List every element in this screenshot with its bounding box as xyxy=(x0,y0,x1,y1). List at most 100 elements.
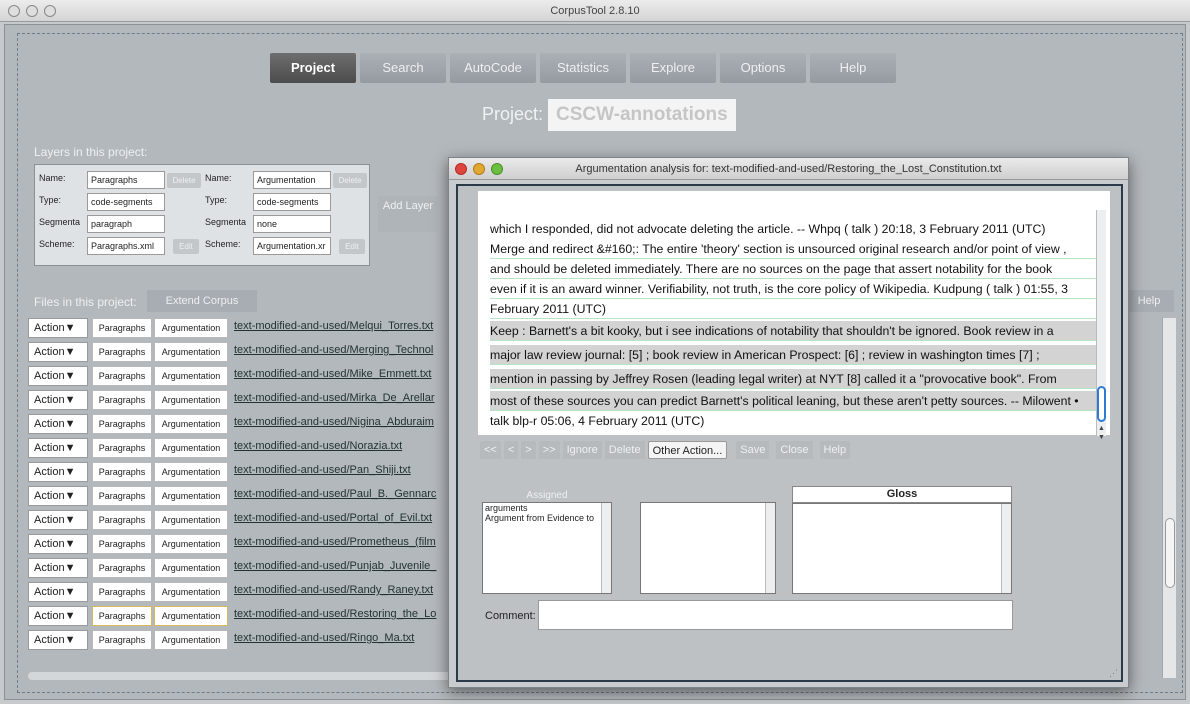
comment-field[interactable] xyxy=(538,600,1013,630)
argumentation-tag-button[interactable]: Argumentation xyxy=(154,558,228,578)
paragraphs-tag-button[interactable]: Paragraphs xyxy=(92,438,152,458)
action-dropdown[interactable]: Action▼ xyxy=(28,390,88,410)
action-dropdown[interactable]: Action▼ xyxy=(28,630,88,650)
paragraphs-tag-button[interactable]: Paragraphs xyxy=(92,606,152,626)
action-dropdown[interactable]: Action▼ xyxy=(28,462,88,482)
tab-options[interactable]: Options xyxy=(720,53,806,83)
text-vertical-scrollbar[interactable]: ▲ ▼ xyxy=(1096,210,1106,441)
dialog-zoom-icon[interactable] xyxy=(491,163,503,175)
paragraphs-tag-button[interactable]: Paragraphs xyxy=(92,486,152,506)
delete-layer-button[interactable]: Delete xyxy=(167,173,201,188)
scrollbar-thumb[interactable] xyxy=(1165,518,1175,588)
gloss-list[interactable] xyxy=(792,503,1012,594)
paragraphs-tag-button[interactable]: Paragraphs xyxy=(92,342,152,362)
argumentation-tag-button[interactable]: Argumentation xyxy=(154,630,228,650)
action-dropdown[interactable]: Action▼ xyxy=(28,606,88,626)
edit-scheme-button[interactable]: Edit xyxy=(173,239,199,254)
action-dropdown[interactable]: Action▼ xyxy=(28,342,88,362)
action-dropdown[interactable]: Action▼ xyxy=(28,582,88,602)
ignore-button[interactable]: Ignore xyxy=(562,441,602,459)
file-link[interactable]: text-modified-and-used/Mike_Emmett.txt xyxy=(234,368,456,386)
paragraphs-tag-button[interactable]: Paragraphs xyxy=(92,510,152,530)
first-segment-button[interactable]: << xyxy=(480,441,501,459)
other-action-button[interactable]: Other Action... xyxy=(647,441,728,459)
argumentation-tag-button[interactable]: Argumentation xyxy=(154,534,228,554)
options-list[interactable] xyxy=(640,502,776,594)
paragraphs-tag-button[interactable]: Paragraphs xyxy=(92,630,152,650)
document-text-pane[interactable]: which I responded, did not advocate dele… xyxy=(478,191,1110,435)
edit-scheme-button[interactable]: Edit xyxy=(339,239,365,254)
argumentation-tag-button[interactable]: Argumentation xyxy=(154,486,228,506)
tab-statistics[interactable]: Statistics xyxy=(540,53,626,83)
files-vertical-scrollbar[interactable] xyxy=(1162,318,1176,678)
delete-button[interactable]: Delete xyxy=(604,441,645,459)
argumentation-tag-button[interactable]: Argumentation xyxy=(154,510,228,530)
resize-grip-icon[interactable]: ⋰ xyxy=(1109,668,1119,678)
layer-type-field[interactable]: code-segments xyxy=(253,193,331,211)
file-link[interactable]: text-modified-and-used/Mirka_De_Arellar xyxy=(234,392,456,410)
action-dropdown[interactable]: Action▼ xyxy=(28,318,88,338)
action-dropdown[interactable]: Action▼ xyxy=(28,486,88,506)
help-button[interactable]: Help xyxy=(819,441,851,459)
layer-segment-field[interactable]: paragraph xyxy=(87,215,165,233)
close-window-icon[interactable] xyxy=(8,5,20,17)
dialog-minimize-icon[interactable] xyxy=(473,163,485,175)
save-button[interactable]: Save xyxy=(736,441,770,459)
list-scrollbar[interactable] xyxy=(601,503,611,593)
paragraphs-tag-button[interactable]: Paragraphs xyxy=(92,534,152,554)
file-link[interactable]: text-modified-and-used/Merging_Technol xyxy=(234,344,456,362)
scroll-up-icon[interactable]: ▲ xyxy=(1098,425,1105,432)
paragraphs-tag-button[interactable]: Paragraphs xyxy=(92,390,152,410)
zoom-window-icon[interactable] xyxy=(44,5,56,17)
project-name-field[interactable]: CSCW-annotations xyxy=(548,99,736,131)
file-link[interactable]: text-modified-and-used/Pan_Shiji.txt xyxy=(234,464,456,482)
prev-segment-button[interactable]: < xyxy=(503,441,519,459)
paragraphs-tag-button[interactable]: Paragraphs xyxy=(92,318,152,338)
action-dropdown[interactable]: Action▼ xyxy=(28,438,88,458)
file-link[interactable]: text-modified-and-used/Paul_B._Gennarc xyxy=(234,488,456,506)
action-dropdown[interactable]: Action▼ xyxy=(28,366,88,386)
list-scrollbar[interactable] xyxy=(1001,504,1011,593)
paragraphs-tag-button[interactable]: Paragraphs xyxy=(92,582,152,602)
tab-explore[interactable]: Explore xyxy=(630,53,716,83)
argumentation-tag-button[interactable]: Argumentation xyxy=(154,342,228,362)
minimize-window-icon[interactable] xyxy=(26,5,38,17)
file-link[interactable]: text-modified-and-used/Randy_Raney.txt xyxy=(234,584,456,602)
argumentation-tag-button[interactable]: Argumentation xyxy=(154,438,228,458)
list-item[interactable]: Argument from Evidence to xyxy=(483,513,611,523)
assigned-list[interactable]: arguments Argument from Evidence to xyxy=(482,502,612,594)
argumentation-tag-button[interactable]: Argumentation xyxy=(154,606,228,626)
file-link[interactable]: text-modified-and-used/Portal_of_Evil.tx… xyxy=(234,512,456,530)
paragraphs-tag-button[interactable]: Paragraphs xyxy=(92,558,152,578)
action-dropdown[interactable]: Action▼ xyxy=(28,414,88,434)
argumentation-tag-button[interactable]: Argumentation xyxy=(154,582,228,602)
paragraphs-tag-button[interactable]: Paragraphs xyxy=(92,414,152,434)
tab-project[interactable]: Project xyxy=(270,53,356,83)
paragraphs-tag-button[interactable]: Paragraphs xyxy=(92,462,152,482)
close-button[interactable]: Close xyxy=(776,441,813,459)
file-link[interactable]: text-modified-and-used/Ringo_Ma.txt xyxy=(234,632,456,650)
scroll-down-icon[interactable]: ▼ xyxy=(1098,434,1105,441)
action-dropdown[interactable]: Action▼ xyxy=(28,558,88,578)
argumentation-tag-button[interactable]: Argumentation xyxy=(154,318,228,338)
argumentation-tag-button[interactable]: Argumentation xyxy=(154,390,228,410)
add-layer-button[interactable]: Add Layer xyxy=(378,196,438,232)
files-help-button[interactable]: Help xyxy=(1124,290,1174,312)
tab-help[interactable]: Help xyxy=(810,53,896,83)
dialog-close-icon[interactable] xyxy=(455,163,467,175)
file-link[interactable]: text-modified-and-used/Restoring_the_Lo xyxy=(234,608,456,626)
paragraphs-tag-button[interactable]: Paragraphs xyxy=(92,366,152,386)
layer-name-field[interactable]: Argumentation xyxy=(253,171,331,189)
argumentation-tag-button[interactable]: Argumentation xyxy=(154,366,228,386)
layer-name-field[interactable]: Paragraphs xyxy=(87,171,165,189)
argumentation-tag-button[interactable]: Argumentation xyxy=(154,462,228,482)
list-item[interactable]: arguments xyxy=(483,503,611,513)
delete-layer-button[interactable]: Delete xyxy=(333,173,367,188)
file-link[interactable]: text-modified-and-used/Nigina_Abduraim xyxy=(234,416,456,434)
layer-type-field[interactable]: code-segments xyxy=(87,193,165,211)
action-dropdown[interactable]: Action▼ xyxy=(28,534,88,554)
action-dropdown[interactable]: Action▼ xyxy=(28,510,88,530)
extend-corpus-button[interactable]: Extend Corpus xyxy=(147,290,257,312)
files-horizontal-scrollbar[interactable] xyxy=(28,672,458,680)
layer-segment-field[interactable]: none xyxy=(253,215,331,233)
